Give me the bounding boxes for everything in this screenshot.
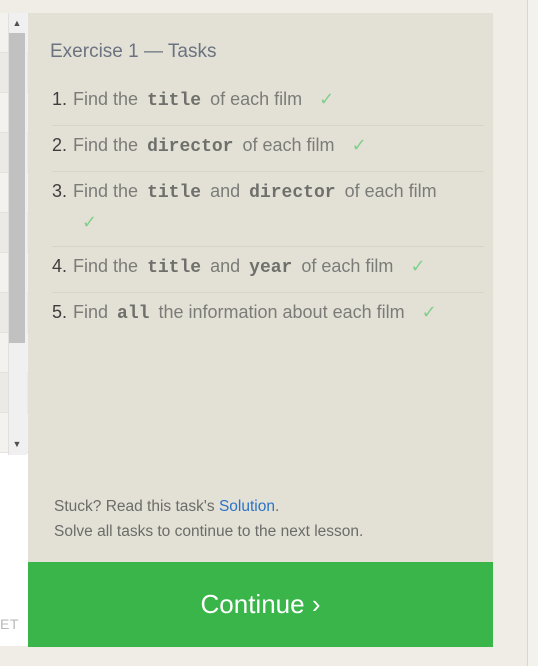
stuck-suffix: . — [274, 498, 280, 515]
check-icon: ✓ — [319, 89, 335, 109]
task-text: Find the — [73, 256, 139, 276]
continue-button[interactable]: Continue › — [28, 562, 493, 647]
partial-label: ET — [0, 616, 19, 632]
task-text: the information about each film — [158, 302, 405, 322]
task-item: 2. Find the director of each film ✓ — [52, 128, 484, 172]
scroll-down-arrow-icon[interactable]: ▼ — [9, 437, 25, 451]
task-keyword: director — [147, 137, 234, 157]
task-text: of each film — [301, 256, 394, 276]
task-text: Find — [73, 302, 109, 322]
task-item: 4. Find the title and year of each film … — [52, 249, 484, 293]
task-number: 5. — [52, 302, 68, 322]
task-keyword: all — [117, 304, 150, 324]
solution-link[interactable]: Solution — [219, 498, 275, 515]
task-item: 5. Find all the information about each f… — [52, 295, 484, 338]
task-number: 2. — [52, 135, 68, 155]
check-icon: ✓ — [82, 212, 98, 232]
stuck-line: Stuck? Read this task's Solution. — [54, 494, 363, 519]
scrollbar-thumb[interactable] — [9, 33, 25, 343]
task-text: Find the — [73, 135, 139, 155]
task-item: 1. Find the title of each film ✓ — [52, 82, 484, 126]
check-icon: ✓ — [421, 302, 437, 322]
continue-note: Solve all tasks to continue to the next … — [54, 523, 364, 540]
check-icon: ✓ — [410, 256, 426, 276]
footer-help: Stuck? Read this task's Solution. Solve … — [54, 494, 363, 544]
task-list: 1. Find the title of each film ✓ 2. Find… — [52, 82, 484, 340]
task-item: 3. Find the title and director of each f… — [52, 174, 484, 247]
query-pane: ▲ ▼ ET — [0, 13, 28, 646]
tasks-panel: Exercise 1 — Tasks 1. Find the title of … — [28, 13, 493, 562]
right-edge-divider — [527, 0, 538, 666]
task-number: 1. — [52, 89, 68, 109]
task-keyword: title — [147, 258, 202, 278]
check-icon: ✓ — [351, 135, 367, 155]
task-text: and — [210, 256, 241, 276]
task-text: of each film — [344, 181, 437, 201]
exercise-title: Exercise 1 — Tasks — [50, 41, 217, 62]
task-text: of each film — [242, 135, 335, 155]
task-text: and — [210, 181, 241, 201]
task-number: 3. — [52, 181, 68, 201]
scroll-up-arrow-icon[interactable]: ▲ — [9, 16, 25, 30]
task-text: Find the — [73, 89, 139, 109]
task-text: of each film — [210, 89, 303, 109]
task-text: Find the — [73, 181, 139, 201]
task-keyword: title — [147, 183, 202, 203]
task-number: 4. — [52, 256, 68, 276]
stuck-text: Stuck? Read this task's — [54, 498, 215, 515]
task-keyword: year — [249, 258, 293, 278]
task-keyword: title — [147, 91, 202, 111]
task-keyword: director — [249, 183, 336, 203]
